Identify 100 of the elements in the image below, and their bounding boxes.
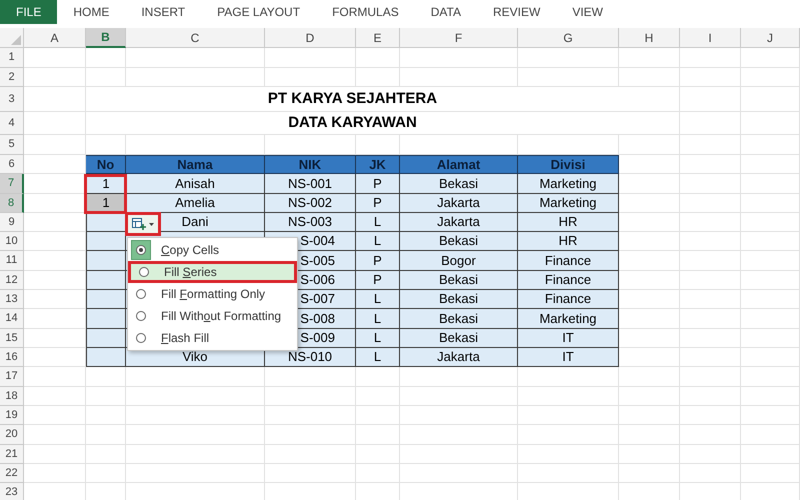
table-cell: Marketing xyxy=(518,174,619,194)
empty-cell xyxy=(741,367,800,387)
table-cell: NS-010 xyxy=(265,348,356,367)
table-cell: Finance xyxy=(518,271,619,290)
row-header[interactable]: 13 xyxy=(0,290,24,309)
row-header[interactable]: 22 xyxy=(0,464,24,483)
header-cell: NIK xyxy=(265,155,356,174)
row-header[interactable]: 17 xyxy=(0,367,24,387)
empty-cell xyxy=(680,425,741,445)
column-header[interactable]: C xyxy=(126,28,265,48)
empty-cell xyxy=(741,155,800,174)
row-header[interactable]: 18 xyxy=(0,387,24,406)
row-header[interactable]: 23 xyxy=(0,483,24,500)
empty-cell xyxy=(741,271,800,290)
column-header[interactable]: F xyxy=(400,28,518,48)
paste-options-button[interactable] xyxy=(125,212,161,236)
empty-cell xyxy=(741,87,800,112)
empty-cell xyxy=(86,445,126,464)
table-cell: Finance xyxy=(518,290,619,309)
row-header[interactable]: 8 xyxy=(0,194,24,213)
table-cell: Jakarta xyxy=(400,194,518,213)
column-header[interactable]: D xyxy=(265,28,356,48)
empty-cell xyxy=(680,271,741,290)
empty-cell xyxy=(680,445,741,464)
table-cell: Jakarta xyxy=(400,348,518,367)
empty-cell xyxy=(741,68,800,87)
empty-cell xyxy=(680,155,741,174)
row-header[interactable]: 4 xyxy=(0,112,24,135)
empty-cell xyxy=(619,445,680,464)
empty-cell xyxy=(86,48,126,68)
table-cell: IT xyxy=(518,348,619,367)
row-header[interactable]: 10 xyxy=(0,232,24,251)
header-cell: No xyxy=(86,155,126,174)
menu-item[interactable]: Fill Series xyxy=(128,261,297,283)
row-header[interactable]: 16 xyxy=(0,348,24,367)
empty-cell xyxy=(680,309,741,329)
empty-cell xyxy=(741,174,800,194)
column-header[interactable]: B xyxy=(86,28,126,48)
caret-icon xyxy=(149,222,154,226)
empty-cell xyxy=(680,194,741,213)
empty-cell xyxy=(619,387,680,406)
column-header[interactable]: J xyxy=(741,28,800,48)
empty-cell xyxy=(741,425,800,445)
column-header[interactable]: H xyxy=(619,28,680,48)
row-header[interactable]: 9 xyxy=(0,213,24,232)
empty-cell xyxy=(741,251,800,271)
column-header[interactable]: I xyxy=(680,28,741,48)
empty-cell xyxy=(680,112,741,135)
row-header[interactable]: 14 xyxy=(0,309,24,329)
empty-cell xyxy=(741,348,800,367)
empty-cell xyxy=(680,348,741,367)
table-cell: NS-002 xyxy=(265,194,356,213)
row-header[interactable]: 20 xyxy=(0,425,24,445)
header-cell: JK xyxy=(356,155,400,174)
row-header[interactable]: 6 xyxy=(0,155,24,174)
radio-button[interactable] xyxy=(131,240,151,260)
column-header[interactable]: E xyxy=(356,28,400,48)
empty-cell xyxy=(356,387,400,406)
table-cell: P xyxy=(356,271,400,290)
ribbon-tab[interactable]: FILE xyxy=(0,0,58,24)
empty-cell xyxy=(619,367,680,387)
row-header[interactable]: 15 xyxy=(0,329,24,348)
empty-cell xyxy=(741,387,800,406)
table-cell: Marketing xyxy=(518,309,619,329)
table-cell: L xyxy=(356,309,400,329)
empty-cell xyxy=(680,48,741,68)
row-header[interactable]: 5 xyxy=(0,135,24,155)
empty-cell xyxy=(86,68,126,87)
row-header[interactable]: 3 xyxy=(0,87,24,112)
table-cell: Bekasi xyxy=(400,174,518,194)
empty-cell xyxy=(741,232,800,251)
empty-cell xyxy=(619,464,680,483)
empty-cell xyxy=(680,174,741,194)
empty-cell xyxy=(86,425,126,445)
row-header[interactable]: 2 xyxy=(0,68,24,87)
row-header[interactable]: 12 xyxy=(0,271,24,290)
empty-cell xyxy=(356,68,400,87)
empty-cell xyxy=(356,367,400,387)
empty-cell xyxy=(680,406,741,425)
empty-cell xyxy=(680,232,741,251)
empty-cell xyxy=(86,387,126,406)
table-cell: NS-001 xyxy=(265,174,356,194)
table-cell: Bogor xyxy=(400,251,518,271)
row-header[interactable]: 11 xyxy=(0,251,24,271)
table-cell: HR xyxy=(518,213,619,232)
table-cell: Finance xyxy=(518,251,619,271)
row-header[interactable]: 7 xyxy=(0,174,24,194)
row-header[interactable]: 21 xyxy=(0,445,24,464)
empty-cell xyxy=(86,406,126,425)
empty-cell xyxy=(741,309,800,329)
row-header[interactable]: 19 xyxy=(0,406,24,425)
table-cell: NS-003 xyxy=(265,213,356,232)
column-header[interactable]: G xyxy=(518,28,619,48)
header-cell: Nama xyxy=(126,155,265,174)
table-cell: L xyxy=(356,329,400,348)
row-header[interactable]: 1 xyxy=(0,48,24,68)
empty-cell xyxy=(619,68,680,87)
column-header[interactable]: A xyxy=(24,28,86,48)
empty-cell xyxy=(680,213,741,232)
table-cell: Bekasi xyxy=(400,290,518,309)
